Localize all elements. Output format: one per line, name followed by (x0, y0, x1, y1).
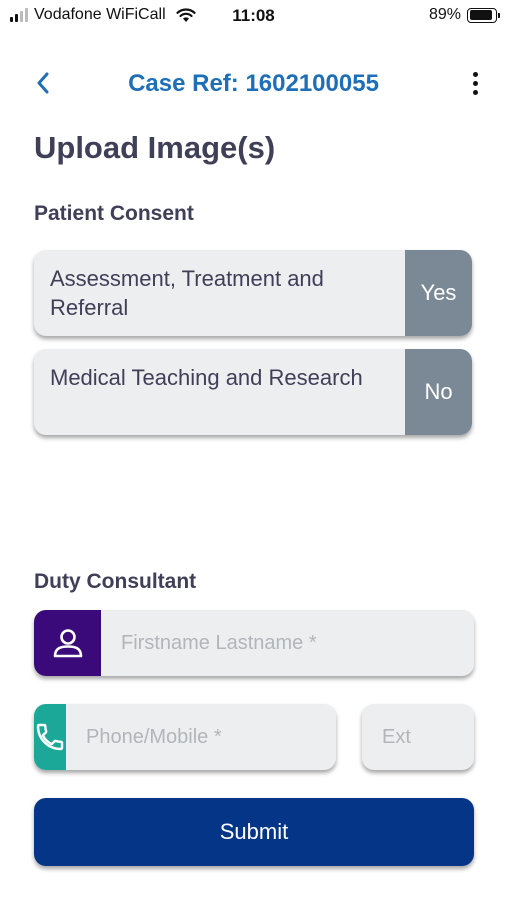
phone-icon-box (34, 704, 66, 770)
battery-percent: 89% (428, 6, 461, 23)
status-right: 89% (428, 6, 500, 24)
more-vertical-icon (472, 71, 478, 77)
duty-consultant-label: Duty Consultant (34, 570, 197, 593)
consultant-name-field[interactable] (34, 610, 474, 676)
consultant-phone-input[interactable] (66, 704, 336, 770)
consent-item-value[interactable]: No (405, 349, 472, 435)
app-header: Case Ref: 1602100055 (0, 60, 507, 106)
consultant-ext-field[interactable] (362, 704, 474, 770)
consultant-phone-field[interactable] (34, 704, 336, 770)
submit-button[interactable]: Submit (34, 798, 474, 866)
consent-item-label: Assessment, Treatment and Referral (50, 266, 324, 320)
consent-teaching-toggle[interactable]: Medical Teaching and Research No (34, 349, 472, 435)
status-bar: Vodafone WiFiCall 11:08 89% (0, 0, 507, 34)
phone-icon (36, 723, 64, 751)
person-icon (53, 629, 82, 658)
consultant-ext-input[interactable] (362, 704, 474, 770)
case-ref-title: Case Ref: 1602100055 (128, 70, 379, 97)
page-title: Upload Image(s) (34, 130, 276, 165)
more-options-button[interactable] (463, 68, 487, 98)
consent-item-label: Medical Teaching and Research (50, 365, 363, 390)
person-icon-box (34, 610, 101, 676)
consent-item-value[interactable]: Yes (405, 250, 472, 336)
consent-assessment-toggle[interactable]: Assessment, Treatment and Referral Yes (34, 250, 472, 336)
battery-icon (467, 7, 500, 23)
consultant-name-input[interactable] (101, 610, 474, 676)
patient-consent-label: Patient Consent (34, 202, 194, 225)
